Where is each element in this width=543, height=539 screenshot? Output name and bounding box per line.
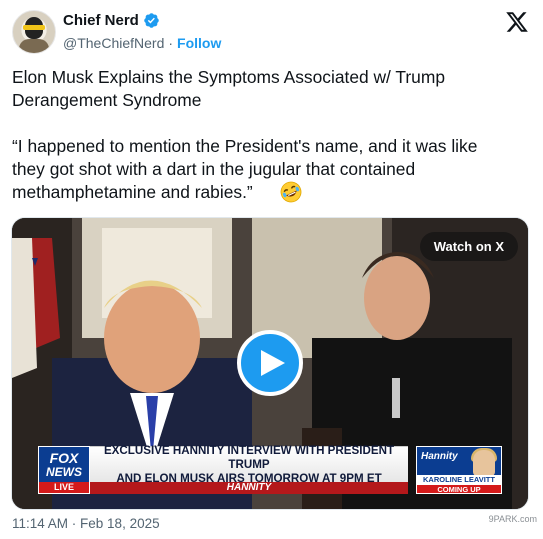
video-player[interactable]: Watch on X FOX NEWS LIVE EXCLUSIVE HANNI… (11, 217, 529, 510)
guest-name: KAROLINE LEAVITT (417, 475, 501, 485)
x-logo-icon[interactable] (505, 10, 529, 34)
play-button[interactable] (237, 330, 303, 396)
side-brand: Hannity (421, 451, 458, 462)
fox-news-logo: FOX NEWS LIVE (38, 446, 90, 494)
follow-button[interactable]: Follow (177, 35, 221, 51)
rolling-on-floor-laughing-icon (280, 181, 302, 203)
chyron-headline: EXCLUSIVE HANNITY INTERVIEW WITH PRESIDE… (90, 444, 408, 485)
author-display-name[interactable]: Chief Nerd (63, 12, 139, 29)
author-avatar[interactable] (12, 10, 56, 54)
watch-on-x-button[interactable]: Watch on X (419, 232, 518, 261)
separator-dot: · (168, 35, 174, 51)
network-line1: FOX (49, 450, 79, 466)
live-badge: LIVE (39, 482, 89, 493)
show-name-bar: HANNITY (90, 482, 408, 494)
coming-up-label: COMING UP (417, 485, 501, 493)
guest-thumbnail (473, 450, 495, 476)
author-handle-row: @TheChiefNerd · Follow (63, 35, 221, 51)
network-line2: NEWS (46, 465, 82, 479)
news-chyron: FOX NEWS LIVE EXCLUSIVE HANNITY INTERVIE… (38, 444, 502, 494)
coming-up-panel: Hannity KAROLINE LEAVITT COMING UP (416, 446, 502, 494)
site-watermark: 9PARK.com (488, 514, 537, 524)
tweet-text: Elon Musk Explains the Symptoms Associat… (12, 67, 478, 202)
play-icon (260, 350, 285, 376)
author-handle[interactable]: @TheChiefNerd (63, 35, 164, 51)
verified-badge-icon (143, 12, 160, 29)
tweet-timestamp[interactable]: 11:14 AM · Feb 18, 2025 (12, 516, 160, 531)
author-name-row: Chief Nerd (63, 12, 160, 29)
headline-line1: EXCLUSIVE HANNITY INTERVIEW WITH PRESIDE… (103, 444, 395, 471)
tweet-card: Chief Nerd @TheChiefNerd · Follow Elon M… (0, 0, 543, 539)
